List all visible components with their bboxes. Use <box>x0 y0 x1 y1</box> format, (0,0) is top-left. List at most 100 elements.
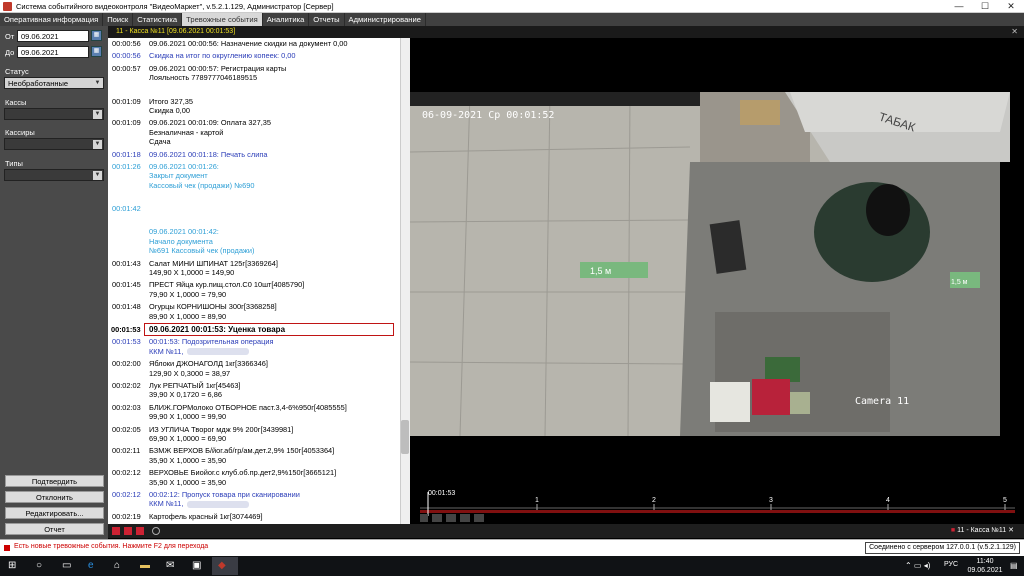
confirm-button[interactable]: Подтвердить <box>5 475 104 487</box>
timeline-current-time: 00:01:53 <box>428 490 455 497</box>
menu-item[interactable]: Администрирование <box>345 13 426 26</box>
windows-start-icon[interactable]: ⊞ <box>8 556 16 576</box>
chevron-down-icon: ▼ <box>93 140 102 149</box>
event-row[interactable]: 00:00:56 09.06.2021 00:00:56: Назначение … <box>108 38 400 50</box>
connection-status: Соединено с сервером 127.0.0.1 (v.5.2.1.… <box>865 542 1020 554</box>
video-player[interactable]: 1,5 м 1,5 м ТАБАК 06-09-2021 Ср 00:01:52… <box>409 38 1024 525</box>
status-select[interactable]: Необработанные ▼ <box>4 77 104 89</box>
event-row[interactable]: 00:01:09 09.06.2021 00:01:09: Оплата 327,… <box>108 117 400 148</box>
clock-icon[interactable] <box>152 527 160 535</box>
calendar-icon[interactable]: ▦ <box>91 46 102 57</box>
close-button[interactable]: ✕ <box>998 0 1024 13</box>
event-row[interactable]: 00:02:12 00:02:12: Пропуск товара при ска… <box>108 489 400 511</box>
menu-item[interactable]: Поиск <box>103 13 134 26</box>
event-line-text: Безналичная - картой <box>149 127 224 137</box>
folder-icon[interactable]: ▬ <box>140 556 150 576</box>
task-view-icon[interactable]: ▭ <box>62 556 71 576</box>
clock-time[interactable]: 11:40 <box>965 558 1005 565</box>
edit-button[interactable]: Редактировать... <box>5 507 104 519</box>
chevron-down-icon: ▼ <box>93 171 102 180</box>
event-row[interactable]: 00:00:57 09.06.2021 00:00:57: Регистрация… <box>108 63 400 85</box>
event-text: БЛИЖ.ГОРМолоко ОТБОРНОЕ паст.3,4-6%950г[… <box>149 403 400 422</box>
event-row[interactable]: 00:01:53 00:01:53: Подозрительная операци… <box>108 336 400 358</box>
timeline-svg[interactable]: 1 2 3 4 5 00:01:53 <box>410 486 1024 524</box>
menu-item[interactable]: Оперативная информация <box>0 13 104 26</box>
event-line-text: 129,90 X 0,3000 = 38,97 <box>149 368 231 378</box>
event-row[interactable]: 00:01:43 Салат МИНИ ШПИНАТ 125г[3369264] 1… <box>108 258 400 280</box>
event-text <box>149 204 400 213</box>
event-line <box>149 204 400 213</box>
event-row[interactable]: 00:02:19 Картофель красный 1кг[3074469] <box>108 511 400 523</box>
event-line-text: 00:02:12: Пропуск товара при сканировани… <box>149 490 300 500</box>
event-line: Лояльность 7789777046189515 <box>149 73 400 82</box>
event-row[interactable]: 00:02:11 БЗМЖ ВЕРХОВ Б/йог.аб/гр/ам.дет.2… <box>108 445 400 467</box>
mail-icon[interactable]: ✉ <box>166 556 174 576</box>
timeline-tick-label: 4 <box>886 497 890 504</box>
tray-icons[interactable]: ⌃ ▭ ◂) <box>905 556 930 576</box>
event-time: 00:02:05 <box>112 424 141 434</box>
event-text: 09.06.2021 00:01:26: Закрыт документ Кассо… <box>149 162 400 190</box>
menu-item[interactable]: Отчеты <box>309 13 345 26</box>
alarm-icon[interactable] <box>112 527 120 535</box>
chevron-down-icon: ▼ <box>93 110 102 119</box>
maximize-button[interactable]: ☐ <box>972 0 998 13</box>
search-icon[interactable]: ○ <box>36 556 42 576</box>
panel-header-strip: ✕ <box>412 26 1024 38</box>
receipt-event-list[interactable]: 00:00:56 09.06.2021 00:00:56: Назначение … <box>108 38 400 524</box>
speed-x1-icon[interactable] <box>446 514 456 522</box>
menu-item[interactable]: Аналитика <box>263 13 310 26</box>
from-date-field[interactable]: 09.06.2021 <box>17 30 89 42</box>
reject-button[interactable]: Отклонить <box>5 491 104 503</box>
event-row[interactable]: 00:01:42 <box>108 203 400 215</box>
event-row[interactable]: 00:01:48 Огурцы КОРНИШОНЫ 300г[3368258] 89… <box>108 301 400 323</box>
notifications-icon[interactable]: ▤ <box>1010 556 1018 576</box>
minimize-button[interactable]: — <box>946 0 972 13</box>
tipy-select[interactable]: ▼ <box>4 169 104 181</box>
scrollbar-thumb[interactable] <box>401 420 409 454</box>
event-row[interactable]: 00:02:03 БЛИЖ.ГОРМолоко ОТБОРНОЕ паст.3,4… <box>108 402 400 424</box>
event-line-text: 39,90 X 0,1720 = 6,86 <box>149 390 222 400</box>
event-time: 00:01:48 <box>112 302 141 312</box>
videomarket-icon[interactable]: ◆ <box>218 556 226 576</box>
edge-icon[interactable]: e <box>88 556 94 576</box>
event-row[interactable]: 09.06.2021 00:01:42: Начало документа №6… <box>108 226 400 257</box>
speed-x2-icon[interactable] <box>460 514 470 522</box>
selected-event-row[interactable]: 00:01:53 09.06.2021 00:01:53: Уценка това… <box>111 322 394 337</box>
language-indicator[interactable]: РУС <box>944 561 958 568</box>
redacted-block <box>187 500 250 508</box>
alarm-icon[interactable] <box>136 527 144 535</box>
event-text: 09.06.2021 00:01:42: Начало документа №6… <box>149 227 400 255</box>
event-row[interactable]: 00:02:02 Лук РЕПЧАТЫЙ 1кг[45463] 39,90 X 0… <box>108 380 400 402</box>
menu-item[interactable]: Тревожные события <box>182 13 263 26</box>
kassy-select[interactable]: ▼ <box>4 108 104 120</box>
calendar-icon[interactable]: ▦ <box>91 30 102 41</box>
to-date-field[interactable]: 09.06.2021 <box>17 46 89 58</box>
report-button[interactable]: Отчет <box>5 523 104 535</box>
store-icon[interactable]: ⌂ <box>114 556 120 576</box>
app-icon[interactable]: ▣ <box>192 556 201 576</box>
play-icon[interactable] <box>432 514 442 522</box>
play-back-icon[interactable] <box>420 514 428 522</box>
close-icon[interactable]: ✕ <box>1011 26 1018 38</box>
event-row[interactable]: 00:01:26 09.06.2021 00:01:26: Закрыт доку… <box>108 161 400 192</box>
video-timeline[interactable]: 1 2 3 4 5 00:01:53 <box>410 486 1024 524</box>
panel-footer-label: ■ 11 - Касса №11 ✕ <box>950 527 1014 534</box>
event-row[interactable]: 00:01:09 Итого 327,35 Скидка 0,00 <box>108 96 400 118</box>
event-line: 69,90 X 1,0000 = 69,90 <box>149 434 400 443</box>
alarm-icon[interactable] <box>124 527 132 535</box>
event-row[interactable]: 00:01:45 ПРЕСТ Яйца кур.пищ.стол.С0 10шт[… <box>108 279 400 301</box>
kassiry-select[interactable]: ▼ <box>4 138 104 150</box>
event-row[interactable]: 00:00:56 Скидка на итог по округлению коп… <box>108 50 400 62</box>
event-line-text: 35,90 X 1,0000 = 35,90 <box>149 455 227 465</box>
event-row[interactable]: 00:02:12 ВЕРХОВЬЕ Биойог.с клуб.об.пр.дет… <box>108 467 400 489</box>
event-line: Салат МИНИ ШПИНАТ 125г[3369264] <box>149 259 400 268</box>
status-alert[interactable]: Есть новые тревожные события. Нажмите F2… <box>14 543 208 550</box>
event-line-text: Кассовый чек (продажи) №690 <box>149 180 255 190</box>
event-time: 00:02:12 <box>112 490 141 500</box>
menu-item[interactable]: Статистика <box>133 13 183 26</box>
clock-date[interactable]: 09.06.2021 <box>965 567 1005 574</box>
event-row[interactable]: 00:02:05 ИЗ УГЛИЧА Творог мдж 9% 200г[34… <box>108 424 400 446</box>
speed-x4-icon[interactable] <box>474 514 484 522</box>
event-row[interactable]: 00:01:18 09.06.2021 00:01:18: Печать слип… <box>108 149 400 161</box>
event-row[interactable]: 00:02:00 Яблоки ДЖОНАГОЛД 1кг[3366346] 129… <box>108 358 400 380</box>
